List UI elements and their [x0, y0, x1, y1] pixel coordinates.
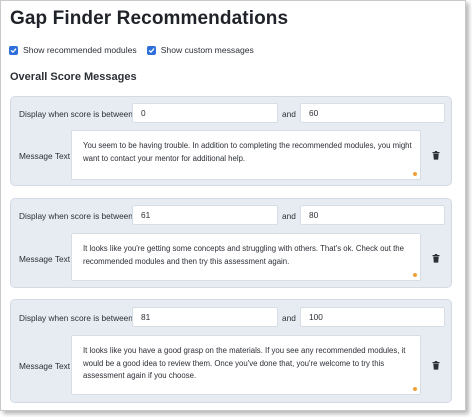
message-text: It looks like you have a good grasp on t…: [83, 346, 406, 381]
resize-handle-icon[interactable]: [413, 387, 417, 391]
message-text: It looks like you're getting some concep…: [83, 244, 404, 266]
score-max-input[interactable]: 100: [300, 307, 445, 327]
show-custom-messages-option[interactable]: Show custom messages: [146, 45, 254, 55]
checkbox-checked-icon[interactable]: [146, 45, 156, 55]
message-text: You seem to be having trouble. In additi…: [83, 141, 412, 163]
and-label: and: [282, 211, 296, 221]
message-textarea[interactable]: It looks like you're getting some concep…: [71, 233, 421, 281]
range-label: Display when score is between: [19, 109, 133, 119]
score-max-input[interactable]: 60: [300, 103, 445, 123]
resize-handle-icon[interactable]: [413, 273, 417, 277]
score-rule-panel: Display when score is between 61 and 80 …: [10, 198, 452, 288]
range-label: Display when score is between: [19, 313, 133, 323]
page-title: Gap Finder Recommendations: [10, 8, 289, 29]
trash-icon[interactable]: [432, 254, 440, 263]
and-label: and: [282, 313, 296, 323]
option-label: Show recommended modules: [23, 45, 137, 55]
and-label: and: [282, 109, 296, 119]
score-min-input[interactable]: 81: [132, 307, 278, 327]
score-rule-panel: Display when score is between 81 and 100…: [10, 299, 452, 403]
window-frame: Gap Finder Recommendations Show recommen…: [0, 0, 466, 411]
score-rule-panel: Display when score is between 0 and 60 M…: [10, 96, 452, 186]
score-min-input[interactable]: 61: [132, 205, 278, 225]
section-title: Overall Score Messages: [10, 71, 137, 83]
checkbox-checked-icon[interactable]: [9, 45, 18, 55]
range-label: Display when score is between: [19, 211, 133, 221]
option-label: Show custom messages: [160, 45, 254, 55]
message-text-label: Message Text: [19, 151, 71, 161]
message-text-label: Message Text: [19, 361, 71, 371]
score-max-input[interactable]: 80: [300, 205, 445, 225]
display-options: Show recommended modules Show custom mes…: [9, 45, 264, 55]
message-textarea[interactable]: It looks like you have a good grasp on t…: [71, 335, 421, 395]
trash-icon[interactable]: [432, 151, 440, 160]
resize-handle-icon[interactable]: [413, 172, 417, 176]
score-min-input[interactable]: 0: [132, 103, 278, 123]
message-text-label: Message Text: [19, 254, 71, 264]
message-textarea[interactable]: You seem to be having trouble. In additi…: [71, 130, 421, 180]
trash-icon[interactable]: [432, 361, 440, 370]
show-recommended-modules-option[interactable]: Show recommended modules: [9, 45, 137, 55]
